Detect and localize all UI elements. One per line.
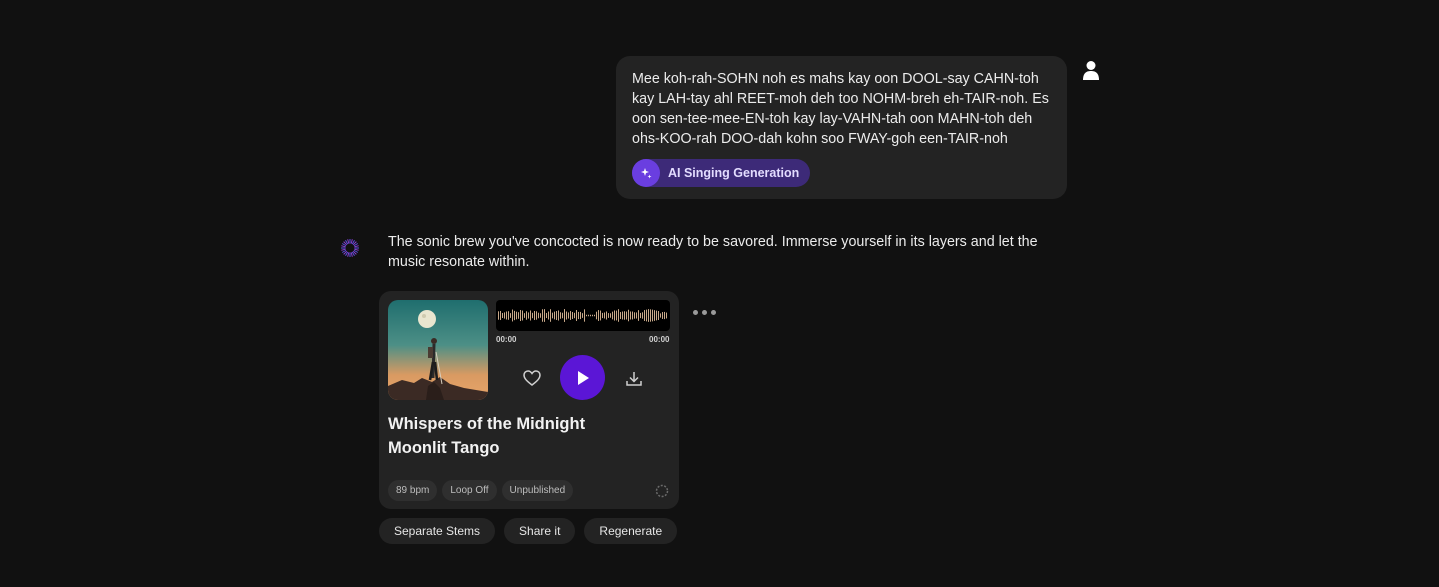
play-button[interactable] [560,355,605,400]
total-time: 00:00 [649,335,670,344]
loading-spinner-icon [655,484,669,498]
loop-chip[interactable]: Loop Off [442,480,497,501]
assistant-message-text: The sonic brew you've concocted is now r… [388,234,1038,270]
dot [711,309,716,315]
user-message-bubble: Mee koh-rah-SOHN noh es mahs kay oon DOO… [616,56,1067,199]
bpm-chip: 89 bpm [388,480,438,501]
user-message-text: Mee koh-rah-SOHN noh es mahs kay oon DOO… [632,71,1049,147]
current-time: 00:00 [496,335,517,344]
heart-icon[interactable] [522,369,542,387]
tag-label: AI Singing Generation [668,166,800,180]
song-title: Whispers of the Midnight Moonlit Tango [388,415,586,457]
waveform-seekbar[interactable] [496,300,670,331]
more-options-button[interactable] [693,305,719,319]
song-meta-chips: 89 bpm Loop Off Unpublished [388,480,574,501]
dot [702,309,707,315]
dotted-ring-icon [340,238,360,258]
regenerate-button[interactable]: Regenerate [584,518,678,544]
ai-singing-generation-tag[interactable]: AI Singing Generation [632,159,811,187]
separate-stems-button[interactable]: Separate Stems [379,518,496,544]
download-icon[interactable] [624,369,644,389]
dot [693,309,698,315]
sparkle-icon [632,159,660,187]
user-icon [1082,60,1100,80]
share-button[interactable]: Share it [504,518,576,544]
publish-status-chip: Unpublished [501,480,574,501]
song-actions: Separate Stems Share it Regenerate [379,518,678,544]
song-card: 00:00 00:00 Whispers of the Midnight Moo… [379,291,679,509]
album-cover[interactable] [388,300,488,400]
play-icon [577,370,589,385]
chat-page: Mee koh-rah-SOHN noh es mahs kay oon DOO… [0,0,1439,587]
